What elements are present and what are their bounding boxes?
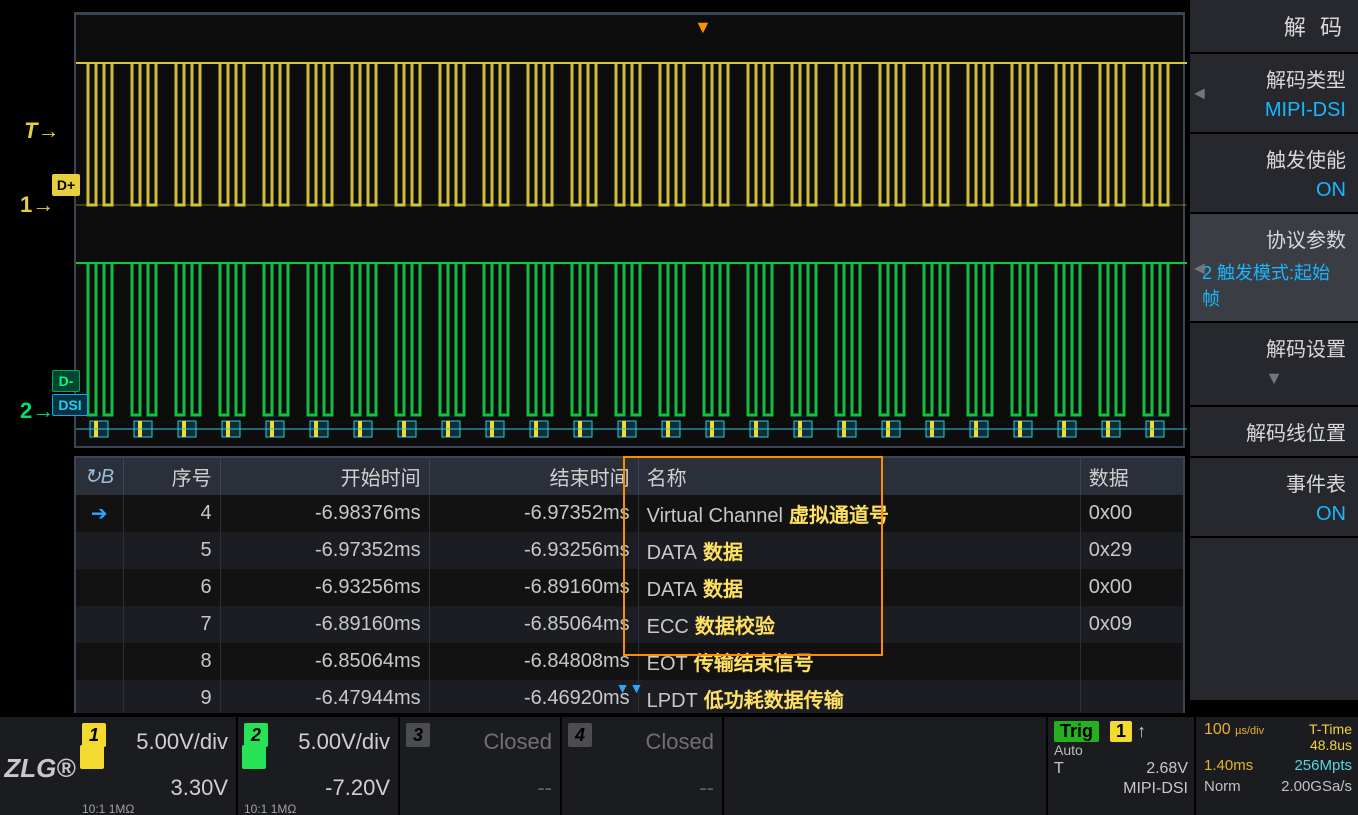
ch1-status[interactable]: 1 5.00V/div 3.30V 10:1 1MΩ (78, 717, 238, 815)
ch2-number-badge: 2 (244, 723, 268, 747)
ch1-number-badge: 1 (82, 723, 106, 747)
ch4-number-badge: 4 (568, 723, 592, 747)
ch1-color-swatch (80, 745, 104, 769)
d-plus-badge: D+ (52, 174, 80, 196)
ch1-zero-marker: 1→ (20, 192, 54, 218)
table-row[interactable]: 7-6.89160ms-6.85064msECC数据校验0x09 (75, 606, 1184, 643)
col-end[interactable]: 结束时间 (429, 457, 638, 495)
trig-source-badge: 1 (1110, 721, 1132, 742)
menu-event-table[interactable]: 事件表 ON (1190, 458, 1358, 538)
table-refresh-icon[interactable]: ↻B (84, 466, 114, 488)
decode-side-menu: 解 码 ◀ 解码类型 MIPI-DSI 触发使能 ON ◀ 协议参数 2 触发模… (1190, 0, 1358, 700)
ch2-color-swatch (242, 745, 266, 769)
dsi-badge: DSI (52, 394, 88, 416)
col-start[interactable]: 开始时间 (220, 457, 429, 495)
timebase-unit: µs/div (1235, 725, 1264, 737)
decode-event-table[interactable]: ↻B 序号 开始时间 结束时间 名称 数据 ➔4-6.98376ms-6.973… (74, 456, 1185, 682)
ch1-scale: 5.00V/div (136, 729, 228, 755)
table-row[interactable]: 5-6.97352ms-6.93256msDATA数据0x29 (75, 532, 1184, 569)
menu-trigger-enable[interactable]: 触发使能 ON (1190, 134, 1358, 214)
ch1-offset: 3.30V (171, 775, 229, 801)
ch4-offset: -- (699, 775, 714, 801)
menu-decode-type[interactable]: ◀ 解码类型 MIPI-DSI (1190, 54, 1358, 134)
col-name[interactable]: 名称 (638, 457, 1080, 495)
t-time-label: T-Time (1309, 721, 1352, 737)
table-row[interactable]: 8-6.85064ms-6.84808msEOT传输结束信号 (75, 643, 1184, 680)
table-scroll-down-icon[interactable]: ▼▼ (616, 680, 644, 696)
ch3-scale: Closed (484, 729, 552, 755)
chevron-left-icon: ◀ (1194, 85, 1205, 102)
ch2-impedance: 10:1 1MΩ (244, 803, 296, 815)
ch2-offset: -7.20V (325, 775, 390, 801)
trig-t-label: T (1054, 760, 1064, 778)
row-pointer-icon: ➔ (91, 503, 108, 525)
ch2-zero-marker: 2→ (20, 398, 54, 424)
col-data[interactable]: 数据 (1080, 457, 1184, 495)
chevron-left-icon: ◀ (1194, 259, 1205, 276)
col-index[interactable]: 序号 (123, 457, 220, 495)
menu-decode-line-pos[interactable]: 解码线位置 (1190, 407, 1358, 458)
trig-mode: Auto (1054, 742, 1188, 758)
table-row[interactable]: ➔4-6.98376ms-6.97352msVirtual Channel虚拟通… (75, 495, 1184, 532)
ch3-status[interactable]: 3 Closed -- (402, 717, 562, 815)
trigger-position-marker: ▼ (694, 17, 712, 38)
trigger-level-marker: T→ (24, 118, 59, 144)
bottom-status-bar: ZLG® 1 5.00V/div 3.30V 10:1 1MΩ 2 5.00V/… (0, 713, 1358, 815)
acq-mode: Norm (1204, 778, 1241, 795)
table-row[interactable]: 6-6.93256ms-6.89160msDATA数据0x00 (75, 569, 1184, 606)
trig-badge: Trig (1054, 721, 1099, 742)
sample-rate: 2.00GSa/s (1281, 778, 1352, 795)
ch1-impedance: 10:1 1MΩ (82, 803, 134, 815)
mem-depth: 256Mpts (1294, 757, 1352, 774)
waveform-display[interactable]: ▼ (74, 12, 1185, 448)
menu-decode-settings[interactable]: 解码设置 ▼ (1190, 323, 1358, 407)
timebase-value: 100 (1204, 721, 1231, 738)
ch2-scale: 5.00V/div (298, 729, 390, 755)
trig-protocol: MIPI-DSI (1123, 780, 1188, 798)
ch3-offset: -- (537, 775, 552, 801)
ch3-number-badge: 3 (406, 723, 430, 747)
horiz-delay: 1.40ms (1204, 757, 1253, 774)
ch4-status[interactable]: 4 Closed -- (564, 717, 724, 815)
trig-edge-icon: ↑ (1137, 721, 1146, 741)
ch2-status[interactable]: 2 5.00V/div -7.20V 10:1 1MΩ (240, 717, 400, 815)
waveform-canvas (76, 15, 1187, 451)
d-minus-badge: D- (52, 370, 80, 392)
trigger-status[interactable]: Trig 1 ↑ Auto T 2.68V MIPI-DSI (1046, 717, 1196, 815)
brand-logo: ZLG® (4, 717, 76, 815)
timebase-status[interactable]: 100 µs/div T-Time 48.8us 1.40ms 256Mpts … (1198, 717, 1358, 815)
chevron-down-icon: ▼ (1202, 362, 1346, 395)
menu-protocol-params[interactable]: ◀ 协议参数 2 触发模式:起始帧 (1190, 214, 1358, 323)
menu-title: 解 码 (1190, 0, 1358, 54)
t-time-value: 48.8us (1310, 737, 1352, 753)
ch4-scale: Closed (646, 729, 714, 755)
trig-level: 2.68V (1146, 760, 1188, 778)
oscilloscope-screen: ▼ T→ 1→ 2→ D+ D- DSI (0, 0, 1358, 815)
